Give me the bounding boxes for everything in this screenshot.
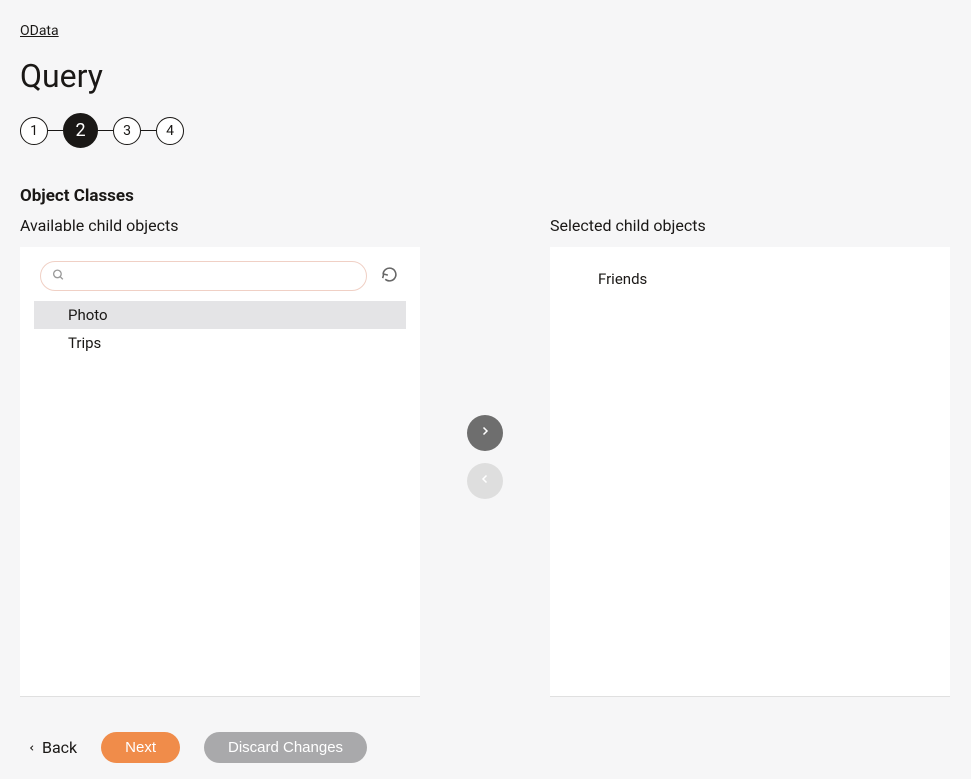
next-button[interactable]: Next: [101, 732, 180, 763]
wizard-stepper: 1 2 3 4: [20, 113, 951, 148]
move-right-button[interactable]: [467, 415, 503, 451]
step-connector: [48, 130, 63, 132]
search-input[interactable]: [40, 261, 367, 291]
selected-label: Selected child objects: [550, 216, 950, 235]
step-4[interactable]: 4: [156, 117, 184, 145]
wizard-footer: Back Next Discard Changes: [20, 732, 951, 763]
transfer-arrows: [420, 216, 550, 697]
section-title: Object Classes: [20, 186, 951, 206]
refresh-icon: [381, 266, 398, 286]
dual-list-container: Available child objects Photo Trips: [20, 216, 951, 697]
step-3[interactable]: 3: [113, 117, 141, 145]
step-connector: [98, 130, 113, 132]
step-connector: [141, 130, 156, 132]
page-title: Query: [20, 57, 951, 95]
search-icon: [52, 267, 65, 286]
back-label: Back: [42, 738, 77, 757]
list-item[interactable]: Friends: [564, 265, 936, 293]
discard-button[interactable]: Discard Changes: [204, 732, 367, 763]
selected-column: Selected child objects Friends: [550, 216, 950, 697]
available-label: Available child objects: [20, 216, 420, 235]
breadcrumb-link[interactable]: OData: [20, 23, 59, 39]
chevron-left-icon: [479, 473, 491, 488]
available-list-box: Photo Trips: [20, 247, 420, 697]
back-button[interactable]: Back: [28, 738, 77, 757]
list-item[interactable]: Photo: [34, 301, 406, 329]
move-left-button: [467, 463, 503, 499]
selected-list-box: Friends: [550, 247, 950, 697]
selected-items: Friends: [564, 265, 936, 293]
available-column: Available child objects Photo Trips: [20, 216, 420, 697]
step-1[interactable]: 1: [20, 117, 48, 145]
chevron-left-icon: [28, 738, 36, 757]
available-items: Photo Trips: [34, 301, 406, 357]
refresh-button[interactable]: [377, 262, 402, 290]
step-2[interactable]: 2: [63, 113, 98, 148]
list-item[interactable]: Trips: [34, 329, 406, 357]
chevron-right-icon: [479, 425, 491, 440]
